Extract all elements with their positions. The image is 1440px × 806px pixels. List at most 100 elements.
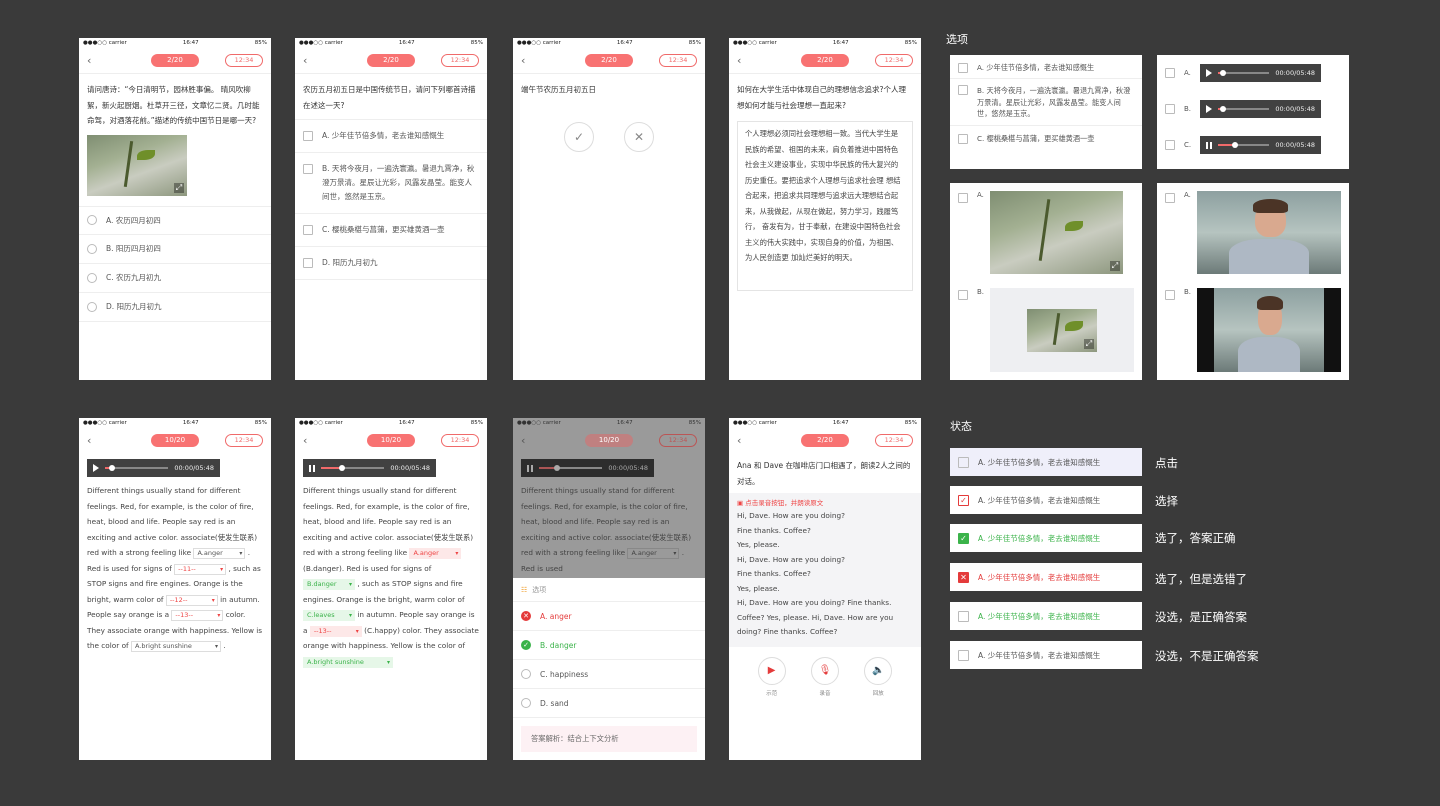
audio-player[interactable]: 00:00/05:48 — [1200, 64, 1321, 82]
expand-icon[interactable]: ⤢ — [1083, 338, 1094, 349]
state-wrong[interactable]: ✕ A. 少年佳节倍多情，老去谁知感慨生 — [950, 563, 1142, 591]
option-video[interactable] — [1196, 191, 1341, 274]
back-icon[interactable]: ‹ — [303, 54, 307, 67]
progress-pill[interactable]: 10/20 — [367, 434, 415, 447]
pause-icon[interactable] — [309, 464, 315, 472]
option-b[interactable]: B. 阳历四月初四 — [79, 235, 271, 264]
audio-player[interactable]: 00:00/05:48 — [303, 459, 436, 477]
blank-dropdown-2[interactable]: B.danger — [303, 579, 355, 590]
progress-pill[interactable]: 10/20 — [151, 434, 199, 447]
option-label: B. 阳历四月初四 — [106, 244, 161, 253]
audio-option-c[interactable]: C. 00:00/05:48 — [1157, 118, 1349, 154]
demo-control[interactable]: ▶ 示范 — [757, 657, 786, 697]
play-icon[interactable]: ▶ — [757, 657, 786, 685]
back-icon[interactable]: ‹ — [737, 54, 741, 67]
blank-dropdown-3[interactable]: C.leaves — [303, 610, 355, 621]
option-d[interactable]: D. 阳历九月初九 — [79, 293, 271, 322]
video-option-b[interactable]: B. — [1157, 274, 1349, 372]
audio-progress[interactable] — [1218, 106, 1270, 112]
audio-time: 00:00/05:48 — [1275, 69, 1315, 77]
pause-icon[interactable] — [527, 464, 533, 472]
video-option-a[interactable]: A. — [1157, 183, 1349, 274]
back-icon[interactable]: ‹ — [87, 434, 91, 447]
audio-player[interactable]: 00:00/05:48 — [1200, 136, 1321, 154]
option-video[interactable] — [1213, 288, 1324, 372]
sheet-option-d[interactable]: D. sand — [513, 689, 705, 718]
option-c[interactable]: C. 樱桃桑椹与菖蒲，更买雄黄酒一壶 — [295, 214, 487, 247]
nav-bar: ‹ 10/20 12:34 — [513, 428, 705, 454]
mic-icon[interactable]: 🎙 — [810, 657, 839, 685]
blank-dropdown-2[interactable]: --11-- — [174, 563, 227, 575]
blank-dropdown-4[interactable]: --13-- — [309, 625, 362, 637]
blank-dropdown-1[interactable]: A.anger — [193, 548, 246, 559]
state-missed-correct[interactable]: A. 少年佳节倍多情，老去谁知感慨生 — [950, 602, 1142, 630]
audio-progress[interactable] — [1218, 70, 1270, 76]
play-icon[interactable] — [1206, 69, 1212, 77]
image-option-a[interactable]: A. ⤢ — [950, 183, 1142, 274]
audio-option-b[interactable]: B. 00:00/05:48 — [1157, 82, 1349, 118]
audio-player[interactable]: 00:00/05:48 — [1200, 100, 1321, 118]
state-correct[interactable]: ✓ A. 少年佳节倍多情，老去谁知感慨生 — [950, 524, 1142, 552]
blank-dropdown-3[interactable]: --12-- — [165, 594, 218, 606]
state-selected[interactable]: ✓ A. 少年佳节倍多情，老去谁知感慨生 — [950, 486, 1142, 514]
progress-pill[interactable]: 10/20 — [585, 434, 633, 447]
blank-dropdown-1[interactable]: A.anger — [409, 548, 462, 559]
speaking-controls: ▶ 示范 🎙 录音 🔈 回放 — [729, 647, 921, 697]
state-pressed[interactable]: A. 少年佳节倍多情，老去谁知感慨生 — [950, 448, 1142, 476]
blank-dropdown-1[interactable]: A.anger — [627, 548, 680, 559]
audio-player[interactable]: 00:00/05:48 — [521, 459, 654, 477]
audio-progress[interactable] — [1218, 142, 1270, 148]
audio-option-a[interactable]: A. 00:00/05:48 — [1157, 55, 1349, 82]
expand-icon[interactable]: ⤢ — [1110, 261, 1120, 271]
progress-pill[interactable]: 2/20 — [367, 54, 415, 67]
back-icon[interactable]: ‹ — [87, 54, 91, 67]
audio-player[interactable]: 00:00/05:48 — [87, 459, 220, 477]
state-unselected[interactable]: A. 少年佳节倍多情，老去谁知感慨生 — [950, 641, 1142, 669]
back-icon[interactable]: ‹ — [521, 434, 525, 447]
nav-bar: ‹ 10/20 12:34 — [79, 428, 271, 454]
check-icon[interactable]: ✓ — [564, 121, 594, 152]
option-c[interactable]: C. 农历九月初九 — [79, 264, 271, 293]
back-icon[interactable]: ‹ — [303, 434, 307, 447]
text-option-a[interactable]: A. 少年佳节倍多情，老去谁知感慨生 — [950, 55, 1142, 79]
speaker-icon[interactable]: 🔈 — [864, 657, 893, 685]
play-icon[interactable] — [1206, 105, 1212, 113]
progress-pill[interactable]: 2/20 — [585, 54, 633, 67]
play-icon[interactable] — [93, 464, 99, 472]
option-a[interactable]: A. 农历四月初四 — [79, 205, 271, 235]
sheet-option-a[interactable]: ✕ A. anger — [513, 602, 705, 631]
checkbox-icon — [958, 456, 969, 468]
blank-dropdown-5[interactable]: A.bright sunshine — [130, 641, 221, 652]
sheet-option-b[interactable]: ✓ B. danger — [513, 631, 705, 660]
replay-control[interactable]: 🔈 回放 — [864, 657, 893, 697]
option-b[interactable]: B. 天将今夜月，一遍洗寰瀛。暑退九霄净，秋澄万景清。星辰让光彩，风露发晶莹。能… — [295, 153, 487, 214]
timer-badge: 12:34 — [659, 434, 697, 447]
option-image-frame[interactable]: ⤢ — [989, 288, 1134, 372]
progress-pill[interactable]: 2/20 — [801, 434, 849, 447]
record-control[interactable]: 🎙 录音 — [810, 657, 839, 697]
blank-dropdown-4[interactable]: --13-- — [171, 610, 224, 621]
audio-progress[interactable] — [539, 465, 603, 471]
option-video-frame[interactable] — [1196, 288, 1341, 372]
back-icon[interactable]: ‹ — [521, 54, 525, 67]
progress-pill[interactable]: 2/20 — [801, 54, 849, 67]
progress-pill[interactable]: 2/20 — [151, 54, 199, 67]
question-image[interactable]: ⤢ — [87, 134, 187, 196]
blank-dropdown-5[interactable]: A.bright sunshine — [303, 656, 393, 668]
option-a[interactable]: A. 少年佳节倍多情，老去谁知感慨生 — [295, 119, 487, 153]
sheet-option-c[interactable]: C. happiness — [513, 660, 705, 689]
back-icon[interactable]: ‹ — [737, 434, 741, 447]
clock: 16:47 — [832, 420, 849, 426]
answer-textarea[interactable]: 个人理想必须同社会理想相一致。当代大学生是民族的希望、祖国的未来，肩负着推进中国… — [737, 121, 913, 291]
text-option-b[interactable]: B. 天将今夜月，一遍洗寰瀛。暑退九霄净，秋澄万景清。星辰让光彩，风露发晶莹。能… — [950, 79, 1142, 126]
text-option-c[interactable]: C. 樱桃桑椹与菖蒲，更买雄黄酒一壶 — [950, 126, 1142, 152]
image-option-b[interactable]: B. ⤢ — [950, 274, 1142, 372]
pause-icon[interactable] — [1206, 141, 1212, 149]
option-image[interactable]: ⤢ — [1026, 308, 1097, 352]
option-d[interactable]: D. 阳历九月初九 — [295, 247, 487, 280]
option-image[interactable]: ⤢ — [990, 191, 1123, 274]
cross-icon[interactable]: ✕ — [624, 121, 654, 152]
expand-icon[interactable]: ⤢ — [174, 182, 184, 193]
audio-progress[interactable] — [105, 465, 169, 471]
audio-progress[interactable] — [321, 465, 385, 471]
